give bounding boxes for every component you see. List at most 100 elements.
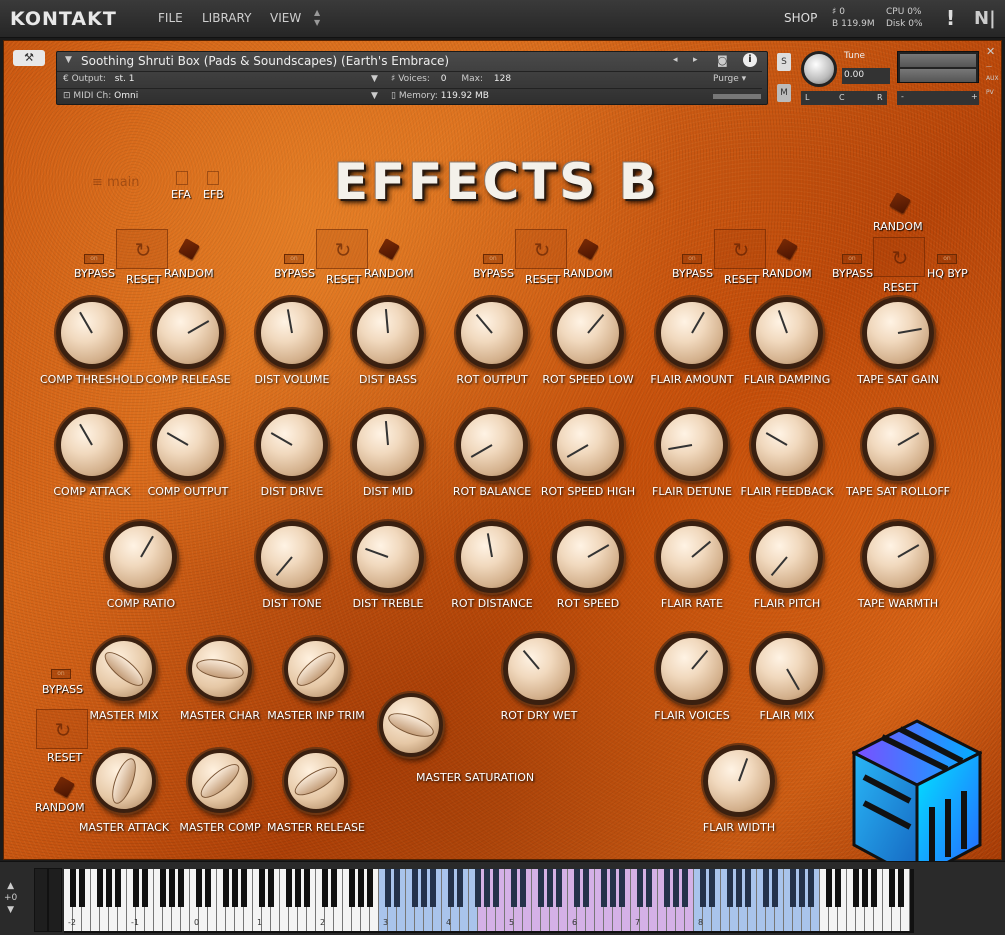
midi-dropdown-icon[interactable]: ▼ xyxy=(371,91,378,101)
flair-rate-knob[interactable] xyxy=(656,521,728,593)
comp-ratio-knob[interactable] xyxy=(105,521,177,593)
dist-random-label[interactable]: RANDOM xyxy=(364,267,414,280)
black-key[interactable] xyxy=(583,869,589,907)
black-key[interactable] xyxy=(871,869,877,907)
rot-speed-low-knob[interactable] xyxy=(552,297,624,369)
rot-speed-high-knob[interactable] xyxy=(552,409,624,481)
black-key[interactable] xyxy=(637,869,643,907)
black-key[interactable] xyxy=(475,869,481,907)
tape-sat-gain-knob[interactable] xyxy=(862,297,934,369)
master-bypass-toggle[interactable]: on xyxy=(51,669,71,679)
master-random-label[interactable]: RANDOM xyxy=(35,801,85,814)
comp-bypass-toggle[interactable]: on xyxy=(84,254,104,264)
black-key[interactable] xyxy=(421,869,427,907)
black-key[interactable] xyxy=(358,869,364,907)
rot-balance-knob[interactable] xyxy=(456,409,528,481)
black-key[interactable] xyxy=(727,869,733,907)
black-key[interactable] xyxy=(772,869,778,907)
menu-file[interactable]: FILE xyxy=(158,11,183,25)
rot-bypass-toggle[interactable]: on xyxy=(483,254,503,264)
black-key[interactable] xyxy=(97,869,103,907)
dist-tone-knob[interactable] xyxy=(256,521,328,593)
flair-reset-button[interactable]: ↻ xyxy=(714,229,766,269)
master-random-icon[interactable] xyxy=(53,776,75,798)
black-key[interactable] xyxy=(700,869,706,907)
camera-icon[interactable]: ◙ xyxy=(717,54,728,67)
wrench-icon[interactable]: ⚒ xyxy=(13,50,45,66)
pv-button[interactable]: PV xyxy=(986,89,994,96)
black-key[interactable] xyxy=(619,869,625,907)
black-key[interactable] xyxy=(412,869,418,907)
black-key[interactable] xyxy=(232,869,238,907)
output-dropdown-icon[interactable]: ▼ xyxy=(371,74,378,84)
black-key[interactable] xyxy=(547,869,553,907)
black-key[interactable] xyxy=(889,869,895,907)
shop-button[interactable]: SHOP xyxy=(784,11,817,25)
tune-value[interactable]: 0.00 xyxy=(842,68,890,84)
dist-mid-knob[interactable] xyxy=(352,409,424,481)
black-key[interactable] xyxy=(205,869,211,907)
octave-shift[interactable]: ▲ +0 ▼ xyxy=(4,880,17,916)
master-inp-trim-knob[interactable] xyxy=(284,637,348,701)
pan-slider[interactable]: L C R xyxy=(801,91,887,105)
black-key[interactable] xyxy=(70,869,76,907)
comp-attack-knob[interactable] xyxy=(56,409,128,481)
flair-pitch-knob[interactable] xyxy=(751,521,823,593)
prev-instrument-icon[interactable]: ◂ xyxy=(673,55,678,65)
menu-library[interactable]: LIBRARY xyxy=(202,11,251,25)
black-key[interactable] xyxy=(736,869,742,907)
dist-bypass-label[interactable]: BYPASS xyxy=(274,267,315,280)
black-key[interactable] xyxy=(304,869,310,907)
comp-release-knob[interactable] xyxy=(152,297,224,369)
black-key[interactable] xyxy=(268,869,274,907)
tune-knob[interactable] xyxy=(801,51,837,87)
master-release-knob[interactable] xyxy=(284,749,348,813)
black-key[interactable] xyxy=(709,869,715,907)
black-key[interactable] xyxy=(808,869,814,907)
flair-bypass-toggle[interactable]: on xyxy=(682,254,702,264)
dist-drive-knob[interactable] xyxy=(256,409,328,481)
flair-mix-knob[interactable] xyxy=(751,633,823,705)
comp-random-icon[interactable] xyxy=(178,238,200,260)
flair-reset-label[interactable]: RESET xyxy=(724,273,759,286)
rot-random-icon[interactable] xyxy=(577,238,599,260)
rot-reset-label[interactable]: RESET xyxy=(525,273,560,286)
menu-view[interactable]: VIEW xyxy=(270,11,301,25)
info-icon[interactable]: i xyxy=(743,53,757,67)
dist-reset-button[interactable]: ↻ xyxy=(316,229,368,269)
output-selector[interactable]: € Output: st. 1 xyxy=(63,74,134,84)
black-key[interactable] xyxy=(790,869,796,907)
black-key[interactable] xyxy=(142,869,148,907)
black-key[interactable] xyxy=(430,869,436,907)
flair-width-knob[interactable] xyxy=(703,745,775,817)
black-key[interactable] xyxy=(682,869,688,907)
black-key[interactable] xyxy=(853,869,859,907)
master-mix-knob[interactable] xyxy=(92,637,156,701)
dist-reset-label[interactable]: RESET xyxy=(326,273,361,286)
piano-keyboard[interactable]: -2 -1 0 1 2 3 4 5 6 7 8 xyxy=(64,869,914,933)
mod-wheel[interactable] xyxy=(48,868,62,932)
black-key[interactable] xyxy=(322,869,328,907)
warning-icon[interactable]: ! xyxy=(946,6,955,30)
black-key[interactable] xyxy=(160,869,166,907)
master-reset-label[interactable]: RESET xyxy=(47,751,82,764)
black-key[interactable] xyxy=(331,869,337,907)
master-bypass-label[interactable]: BYPASS xyxy=(42,683,83,696)
rot-distance-knob[interactable] xyxy=(456,521,528,593)
dist-bass-knob[interactable] xyxy=(352,297,424,369)
black-key[interactable] xyxy=(223,869,229,907)
black-key[interactable] xyxy=(196,869,202,907)
black-key[interactable] xyxy=(349,869,355,907)
rot-output-knob[interactable] xyxy=(456,297,528,369)
flair-random-icon[interactable] xyxy=(776,238,798,260)
hq-bypass-toggle[interactable]: on xyxy=(937,254,957,264)
flair-voices-knob[interactable] xyxy=(656,633,728,705)
rot-random-label[interactable]: RANDOM xyxy=(563,267,613,280)
dist-random-icon[interactable] xyxy=(378,238,400,260)
comp-reset-button[interactable]: ↻ xyxy=(116,229,168,269)
aux-button[interactable]: AUX xyxy=(986,75,999,82)
black-key[interactable] xyxy=(286,869,292,907)
minimize-icon[interactable]: — xyxy=(986,63,992,70)
ni-logo[interactable]: N| xyxy=(974,8,996,29)
black-key[interactable] xyxy=(556,869,562,907)
